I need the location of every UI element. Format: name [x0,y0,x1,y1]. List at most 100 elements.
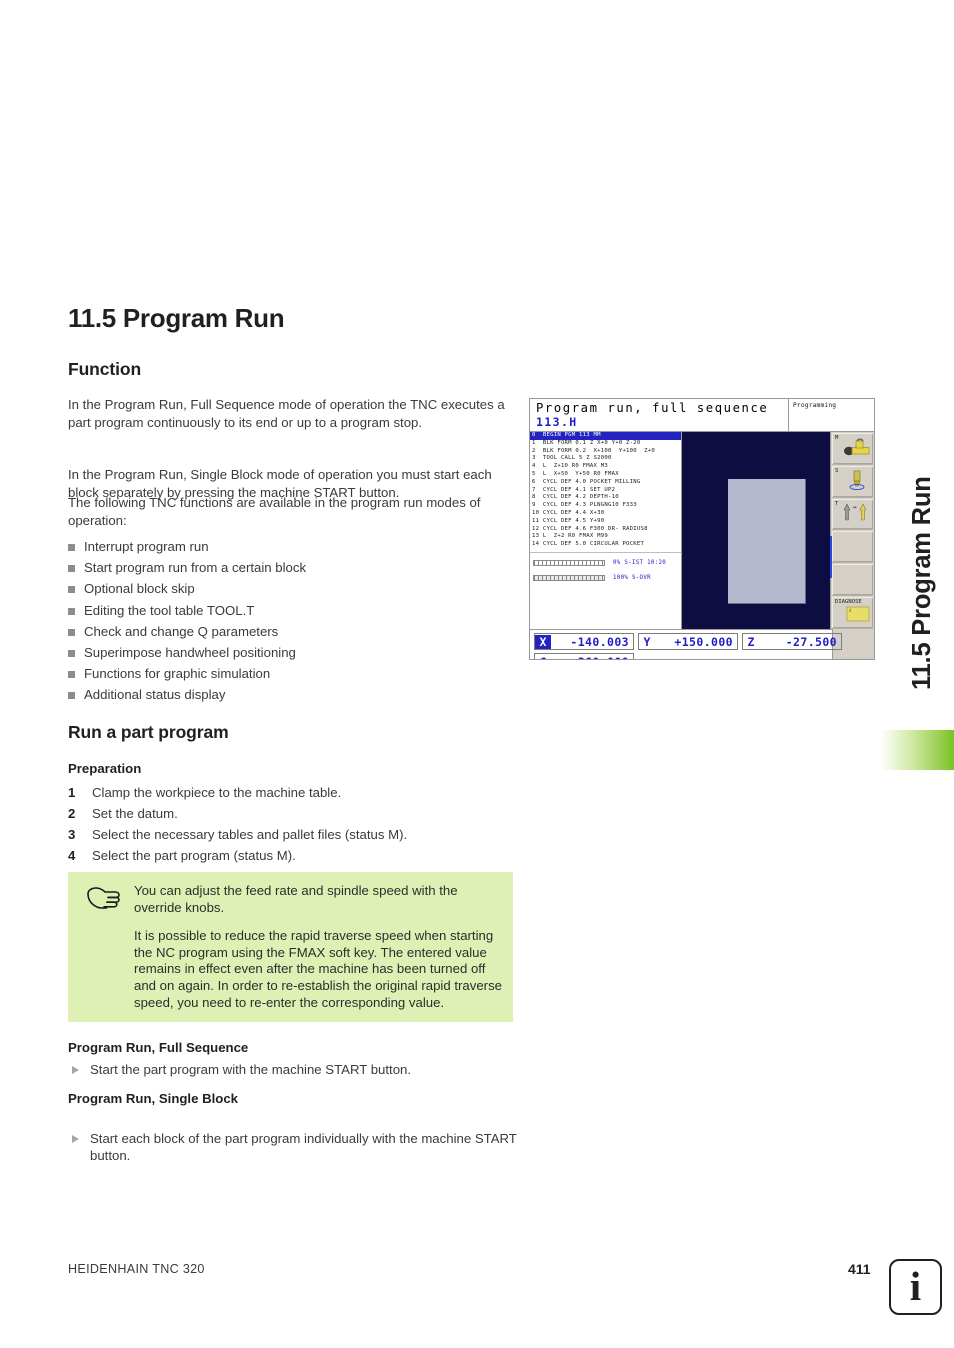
nc-block-row[interactable]: 8 CYCL DEF 4.2 DEPTH-10 [530,494,681,502]
preparation-heading: Preparation [68,761,142,776]
full-sequence-step: Start the part program with the machine … [68,1061,540,1079]
step-number: 1 [68,785,76,800]
axis-label: X [535,634,551,649]
override-line: 0% S-IST 10:20 [533,557,681,568]
chapter-thumb-tab [880,730,954,770]
list-item: 1 Clamp the workpiece to the machine tabl… [68,782,518,803]
nc-block-row[interactable]: 2 BLK FORM 0.2 X+100 Y+100 Z+0 [530,448,681,456]
position-display: X -140.003 Y +150.000 Z -27.500 C +360.0… [530,629,842,660]
nc-block-row[interactable]: 3 TOOL CALL 5 Z S2000 [530,455,681,463]
note-paragraph-2: It is possible to reduce the rapid trave… [134,928,503,1010]
step-text: Set the datum. [92,806,178,821]
nc-block-row[interactable]: 14 CYCL DEF 5.0 CIRCULAR POCKET [530,541,681,549]
step-number: 3 [68,827,76,842]
axis-label: Z [747,634,755,649]
note-box: You can adjust the feed rate and spindle… [68,872,513,1023]
override-line: 100% S-OVR [533,572,681,583]
nc-block-row[interactable]: 4 L Z+10 R0 FMAX M3 [530,463,681,471]
axis-value: +150.000 [674,634,733,649]
side-button-t[interactable]: T ↔ [832,498,873,531]
nc-block-row[interactable]: 13 L Z+2 R0 FMAX M99 [530,533,681,541]
override-area: 0% S-IST 10:20 100% S-OVR [530,552,681,583]
pointing-hand-icon [76,883,134,1011]
side-button-empty-2[interactable] [832,564,873,597]
cnc-coordinate-wrap: X -140.003 Y +150.000 Z -27.500 C +360.0… [530,629,874,660]
full-sequence-heading: Program Run, Full Sequence [68,1040,249,1055]
side-button-diagnose[interactable]: DIAGNOSE 4 [832,597,873,629]
side-button-s[interactable]: S [832,465,873,498]
axis-display-c: C +360.000 [534,653,634,660]
tnc-functions-list: Interrupt program run Start program run … [68,536,518,706]
note-text: You can adjust the feed rate and spindle… [134,883,503,1011]
page-title: 11.5 Program Run [68,303,285,333]
nc-block-row[interactable]: 6 CYCL DEF 4.0 POCKET MILLING [530,479,681,487]
nc-block-row[interactable]: 10 CYCL DEF 4.4 X+30 [530,510,681,518]
tool-t-icon: ↔ [841,501,871,527]
feed-override-label: 100% S-OVR [613,574,651,581]
single-block-step: Start each block of the part program ind… [68,1130,540,1165]
single-block-heading: Program Run, Single Block [68,1091,239,1106]
step-number: 2 [68,806,76,821]
list-item: Superimpose handwheel positioning [68,642,518,663]
side-button-label: T [835,500,839,507]
list-item: Editing the tool table TOOL.T [68,600,518,621]
list-item: 2 Set the datum. [68,803,518,824]
cnc-mode-title: Program run, full sequence [536,401,769,415]
function-heading: Function [68,359,142,379]
nc-block-row[interactable]: 0 BEGIN PGM 113 MM [530,432,681,440]
nc-block-row[interactable]: 1 BLK FORM 0.1 Z X+0 Y+0 Z-20 [530,440,681,448]
step-number: 4 [68,848,76,863]
spindle-s-icon [843,469,871,495]
graphic-simulation-area [682,432,830,629]
spindle-override-label: 0% S-IST 10:20 [613,559,667,566]
cnc-side-button-rail: M S T ↔ DIAGNOSE 4 [830,432,874,629]
diagnose-icon: 4 [845,605,871,626]
cnc-programming-label: Programming [793,402,837,409]
axis-label: C [535,655,551,660]
nc-block-row[interactable]: 9 CYCL DEF 4.3 PLNGNG10 F333 [530,502,681,510]
list-item: Functions for graphic simulation [68,663,518,684]
nc-block-list[interactable]: 0 BEGIN PGM 113 MM 1 BLK FORM 0.1 Z X+0 … [530,432,681,552]
cnc-main-area: 0 BEGIN PGM 113 MM 1 BLK FORM 0.1 Z X+0 … [530,432,874,629]
feed-override-bar [533,574,605,581]
preparation-steps: 1 Clamp the workpiece to the machine tabl… [68,782,518,866]
list-item: 3 Select the necessary tables and pallet … [68,824,518,845]
side-button-label: M [835,435,839,441]
main-content-column: 11.5 Program Run Function In the Program… [68,0,523,1163]
axis-row-1: X -140.003 Y +150.000 Z -27.500 [534,633,842,650]
axis-row-2: C +360.000 [534,653,832,660]
run-part-program-heading: Run a part program [68,722,229,742]
nc-block-row[interactable]: 5 L X+50 Y+50 R0 FMAX [530,471,681,479]
step-text: Select the part program (status M). [92,848,296,863]
step-text: Select the necessary tables and pallet f… [92,827,408,842]
nc-block-row[interactable]: 11 CYCL DEF 4.5 Y+90 [530,518,681,526]
side-button-label: S [835,467,839,474]
footer-product-name: HEIDENHAIN TNC 320 [68,1262,205,1276]
list-item: Check and change Q parameters [68,621,518,642]
side-button-m[interactable]: M [832,433,873,465]
axis-value: +360.000 [551,655,633,660]
spindle-override-bar [533,559,605,566]
cnc-program-name: 113.H [536,415,578,429]
cnc-program-panel: 0 BEGIN PGM 113 MM 1 BLK FORM 0.1 Z X+0 … [530,432,682,629]
list-item: Interrupt program run [68,536,518,557]
axis-display-x: X -140.003 [534,633,634,650]
cnc-mode-block: Program run, full sequence 113.H [530,399,789,431]
info-badge-glyph: i [909,1263,922,1310]
nc-block-row[interactable]: 7 CYCL DEF 4.1 SET UP2 [530,487,681,495]
list-item: Optional block skip [68,578,518,599]
axis-value: -27.500 [785,634,837,649]
cnc-screenshot-figure: Program run, full sequence 113.H Program… [529,398,875,660]
nc-block-row[interactable]: 12 CYCL DEF 4.6 F300 DR- RADIUS8 [530,526,681,534]
cnc-title-bar: Program run, full sequence 113.H Program… [530,399,874,432]
axis-display-z: Z -27.500 [742,633,842,650]
running-head-vertical: 11.5 Program Run [908,476,936,690]
axis-label: Y [643,634,651,649]
page-number: 411 [848,1261,871,1277]
side-button-empty-1[interactable] [832,531,873,564]
list-item: Start program run from a certain block [68,557,518,578]
axis-display-y: Y +150.000 [638,633,738,650]
step-text: Clamp the workpiece to the machine table… [92,785,342,800]
info-badge: i [889,1259,942,1315]
note-paragraph-1: You can adjust the feed rate and spindle… [134,883,458,915]
